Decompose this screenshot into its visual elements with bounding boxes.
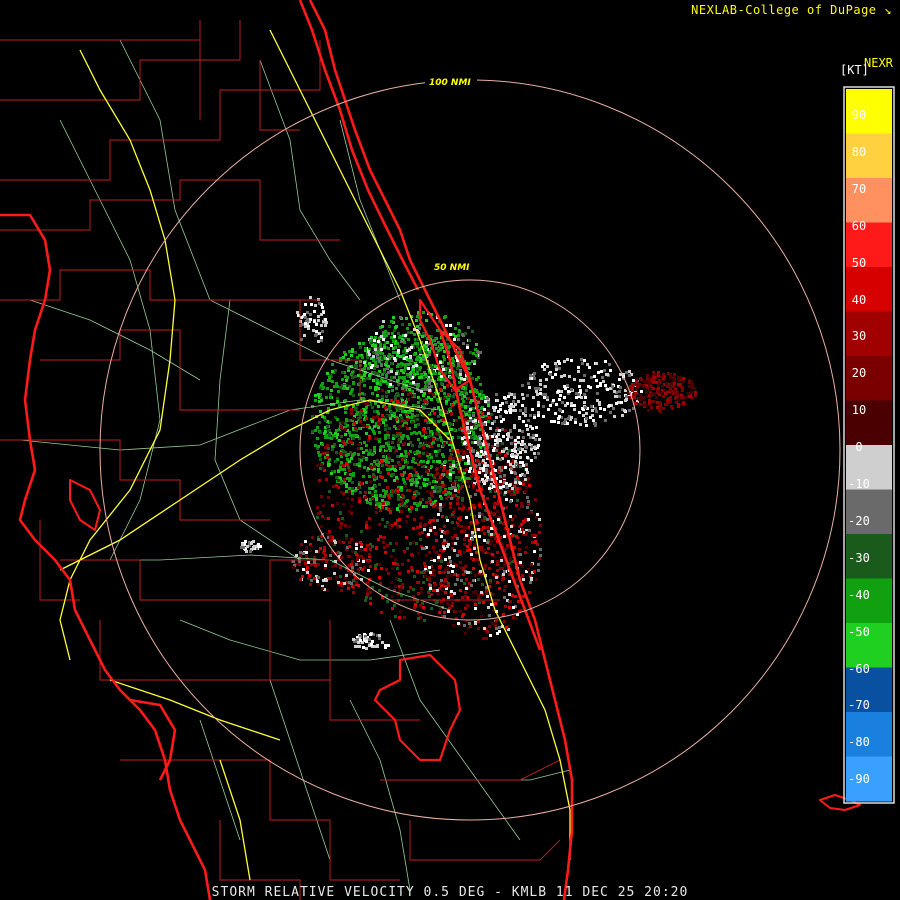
credit-text: NEXLAB-College of DuPage	[691, 3, 877, 17]
radar-viewer: 50 NMI 100 NMI NEXLAB-College of DuPage …	[0, 0, 900, 900]
product-caption: STORM RELATIVE VELOCITY 0.5 DEG - KMLB 1…	[211, 885, 689, 900]
legend-tick-label: -10	[848, 477, 870, 491]
legend-tick-label: 70	[851, 181, 867, 196]
legend-tick-label: -20	[848, 513, 870, 528]
legend-tick-label: -40	[848, 587, 870, 602]
legend-tick-label: 20	[851, 366, 867, 381]
legend-tick-label: -30	[848, 550, 870, 565]
legend-tick-label: 50	[851, 255, 867, 270]
legend-tick-label: 10	[851, 403, 867, 418]
legend-tick-label: -70	[848, 698, 870, 713]
range-ring-label-50: 50 NMI	[434, 263, 470, 273]
legend-tick-label: -50	[848, 624, 870, 639]
legend-tick-label: 0	[855, 440, 863, 455]
source-credit: NEXLAB-College of DuPage ↘	[691, 3, 892, 17]
legend-tick-label: 90	[851, 108, 867, 122]
units-label: [KT]	[840, 63, 869, 77]
radar-map[interactable]: 50 NMI 100 NMI	[0, 0, 900, 900]
legend-tick-label: -90	[848, 772, 870, 787]
legend-tick-label: 40	[851, 292, 867, 307]
legend-tick-label: -60	[848, 661, 870, 676]
legend-tick-label: 30	[851, 329, 867, 344]
legend-tick-label: -80	[848, 735, 870, 750]
legend-tick-label: 60	[851, 218, 867, 233]
legend-tick-label: 80	[851, 144, 867, 159]
corner-arrow-icon: ↘	[884, 3, 892, 17]
range-ring-label-100: 100 NMI	[429, 78, 471, 88]
